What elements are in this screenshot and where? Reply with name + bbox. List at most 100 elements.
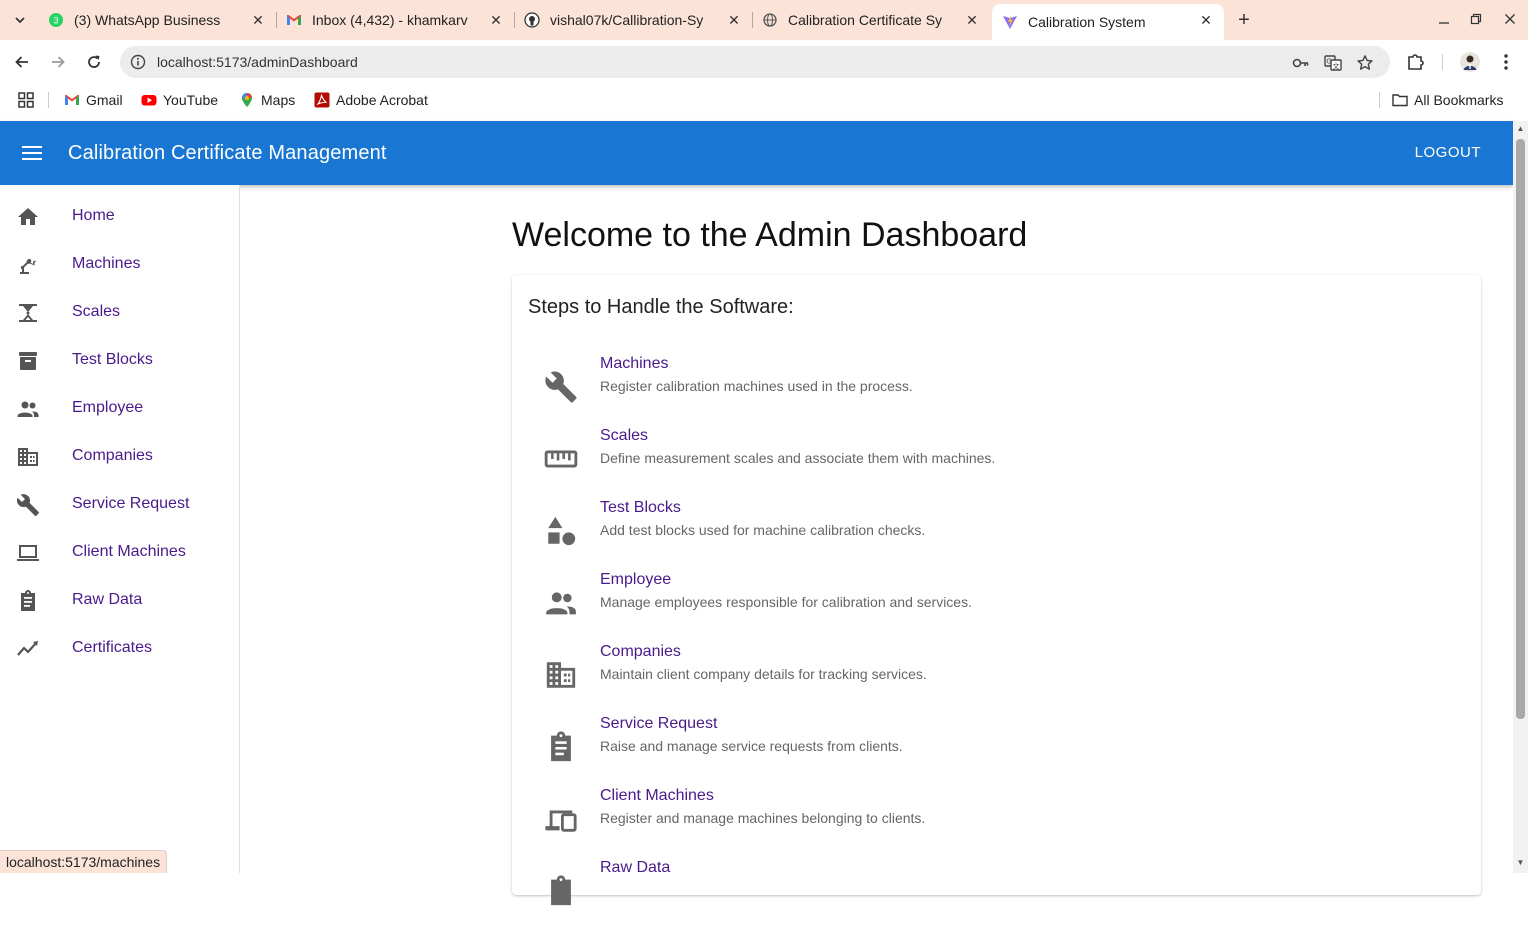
bookmark-label: Gmail bbox=[86, 92, 123, 108]
sidebar-item-label: Service Request bbox=[72, 495, 190, 512]
browser-tab[interactable]: Calibration Certificate Sy ✕ bbox=[752, 0, 990, 40]
sidebar-item-label: Employee bbox=[72, 399, 144, 416]
list-item-companies[interactable]: Companies Maintain client company detail… bbox=[528, 643, 1468, 715]
toolbar-divider bbox=[1442, 54, 1443, 70]
extensions-puzzle-icon[interactable] bbox=[1406, 52, 1426, 72]
scrollbar-thumb[interactable] bbox=[1516, 139, 1525, 719]
list-item-scales[interactable]: Scales Define measurement scales and ass… bbox=[528, 427, 1468, 499]
bookmark-gmail[interactable]: Gmail bbox=[64, 91, 123, 109]
tab-title: (3) WhatsApp Business bbox=[74, 12, 221, 28]
sidebar-item-certificates[interactable]: Certificates bbox=[0, 625, 239, 673]
folder-icon bbox=[1392, 92, 1408, 108]
globe-icon bbox=[762, 12, 778, 28]
bookmark-youtube[interactable]: YouTube bbox=[141, 91, 218, 109]
sidebar-item-machines[interactable]: Machines bbox=[0, 241, 239, 289]
adobe-acrobat-icon bbox=[314, 92, 330, 108]
list-item-service-request[interactable]: Service Request Raise and manage service… bbox=[528, 715, 1468, 787]
step-name: Test Blocks bbox=[600, 499, 681, 516]
home-icon bbox=[16, 205, 40, 229]
sidebar-item-raw-data[interactable]: Raw Data bbox=[0, 577, 239, 625]
step-name: Client Machines bbox=[600, 787, 714, 804]
apps-grid-icon[interactable] bbox=[18, 91, 34, 109]
window-close-icon[interactable] bbox=[1500, 10, 1520, 30]
page-scrollbar[interactable]: ▲ ▼ bbox=[1513, 121, 1528, 873]
list-item-raw-data[interactable]: Raw Data bbox=[528, 859, 1468, 931]
browser-tab[interactable]: Inbox (4,432) - khamkarv ✕ bbox=[276, 0, 514, 40]
translate-icon[interactable]: 文G bbox=[1324, 54, 1342, 72]
close-icon[interactable]: ✕ bbox=[250, 12, 266, 28]
list-item-employee[interactable]: Employee Manage employees responsible fo… bbox=[528, 571, 1468, 643]
all-bookmarks-button[interactable]: All Bookmarks bbox=[1392, 91, 1503, 109]
gmail-icon bbox=[286, 12, 302, 28]
restore-icon[interactable] bbox=[1466, 10, 1486, 30]
svg-text:3: 3 bbox=[53, 16, 58, 26]
tab-title: vishal07k/Callibration-Sy bbox=[550, 12, 704, 28]
step-name: Companies bbox=[600, 643, 681, 660]
step-description: Register calibration machines used in th… bbox=[600, 378, 913, 394]
list-item-test-blocks[interactable]: Test Blocks Add test blocks used for mac… bbox=[528, 499, 1468, 571]
close-icon[interactable]: ✕ bbox=[488, 12, 504, 28]
tab-search-chevron-icon[interactable] bbox=[8, 8, 32, 32]
close-icon[interactable]: ✕ bbox=[1198, 12, 1214, 28]
step-description: Manage employees responsible for calibra… bbox=[600, 594, 972, 610]
logout-button[interactable]: LOGOUT bbox=[1415, 144, 1481, 161]
site-info-icon[interactable] bbox=[130, 54, 146, 70]
tab-title: Inbox (4,432) - khamkarv bbox=[312, 12, 468, 28]
sidebar-item-label: Client Machines bbox=[72, 543, 186, 560]
profile-avatar[interactable] bbox=[1460, 52, 1480, 72]
address-bar[interactable]: localhost:5173/adminDashboard 文G bbox=[120, 46, 1390, 78]
sidebar-item-home[interactable]: Home bbox=[0, 193, 239, 241]
reload-icon[interactable] bbox=[82, 50, 106, 74]
sidebar-item-companies[interactable]: Companies bbox=[0, 433, 239, 481]
bookmark-maps[interactable]: Maps bbox=[239, 91, 295, 109]
url-text: localhost:5173/adminDashboard bbox=[157, 54, 358, 70]
github-icon bbox=[524, 12, 540, 28]
vite-icon bbox=[1002, 14, 1018, 30]
sidebar-item-label: Machines bbox=[72, 255, 141, 272]
sidebar-item-label: Scales bbox=[72, 303, 121, 320]
sidebar-item-label: Raw Data bbox=[72, 591, 143, 608]
step-description: Register and manage machines belonging t… bbox=[600, 810, 926, 826]
tab-title: Calibration Certificate Sy bbox=[788, 12, 943, 28]
tab-title: Calibration System bbox=[1028, 14, 1146, 30]
clipboard-icon bbox=[544, 874, 578, 908]
browser-tab[interactable]: vishal07k/Callibration-Sy ✕ bbox=[514, 0, 752, 40]
sidebar-item-label: Home bbox=[72, 207, 115, 224]
people-icon bbox=[544, 586, 578, 620]
list-item-client-machines[interactable]: Client Machines Register and manage mach… bbox=[528, 787, 1468, 859]
trend-line-icon bbox=[16, 637, 40, 661]
sidebar-item-service-request[interactable]: Service Request bbox=[0, 481, 239, 529]
page-title: Welcome to the Admin Dashboard bbox=[512, 216, 1028, 254]
scroll-down-arrow-icon[interactable]: ▼ bbox=[1516, 859, 1525, 867]
step-description: Add test blocks used for machine calibra… bbox=[600, 522, 926, 538]
sidebar-item-client-machines[interactable]: Client Machines bbox=[0, 529, 239, 577]
bookmark-star-icon[interactable] bbox=[1356, 54, 1374, 72]
maps-pin-icon bbox=[239, 92, 255, 108]
new-tab-plus-icon[interactable]: + bbox=[1234, 10, 1254, 30]
bookmark-adobe-acrobat[interactable]: Adobe Acrobat bbox=[314, 91, 428, 109]
sidebar-item-test-blocks[interactable]: Test Blocks bbox=[0, 337, 239, 385]
forward-arrow-icon[interactable] bbox=[46, 50, 70, 74]
step-name: Raw Data bbox=[600, 859, 671, 876]
menu-icon[interactable] bbox=[22, 143, 42, 163]
gmail-icon bbox=[64, 92, 80, 108]
sidebar-item-employee[interactable]: Employee bbox=[0, 385, 239, 433]
all-bookmarks-label: All Bookmarks bbox=[1414, 92, 1504, 108]
list-item-machines[interactable]: Machines Register calibration machines u… bbox=[528, 355, 1468, 427]
browser-tab-active[interactable]: Calibration System ✕ bbox=[992, 4, 1224, 40]
browser-menu-kebab-icon[interactable] bbox=[1496, 52, 1516, 72]
clipboard-icon bbox=[16, 589, 40, 613]
close-icon[interactable]: ✕ bbox=[726, 12, 742, 28]
sidebar-item-label: Certificates bbox=[72, 639, 153, 656]
app-header: Calibration Certificate Management LOGOU… bbox=[0, 121, 1513, 185]
bookmarks-divider bbox=[1379, 92, 1380, 108]
password-key-icon[interactable] bbox=[1292, 54, 1310, 72]
scroll-up-arrow-icon[interactable]: ▲ bbox=[1516, 125, 1525, 133]
sidebar-item-scales[interactable]: Scales bbox=[0, 289, 239, 337]
close-icon[interactable]: ✕ bbox=[964, 12, 980, 28]
back-arrow-icon[interactable] bbox=[10, 50, 34, 74]
browser-tab[interactable]: 3 (3) WhatsApp Business ✕ bbox=[38, 0, 276, 40]
bookmark-label: YouTube bbox=[163, 92, 219, 108]
minimize-icon[interactable] bbox=[1434, 10, 1454, 30]
wrench-icon bbox=[16, 493, 40, 517]
